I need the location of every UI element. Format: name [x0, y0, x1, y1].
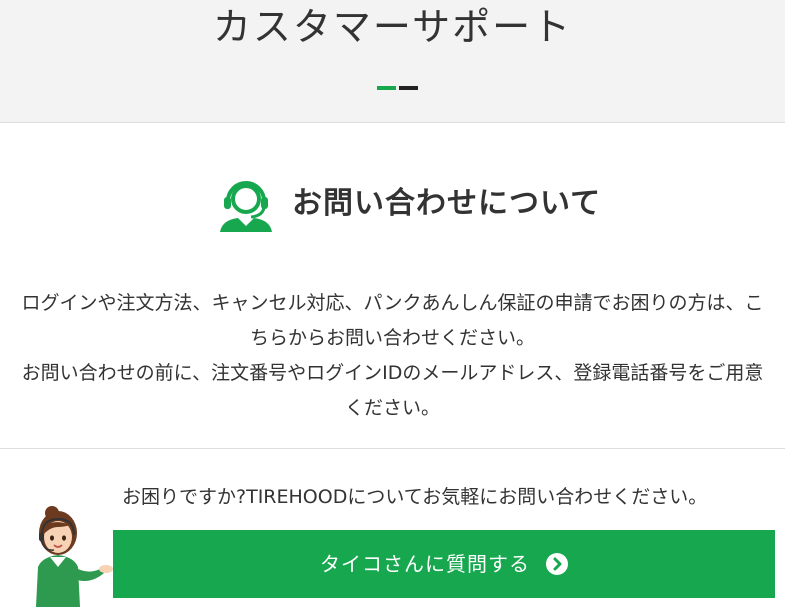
ask-taiko-button-label: タイコさんに質問する — [320, 552, 530, 576]
headset-support-icon — [218, 176, 274, 234]
section-divider — [0, 448, 785, 449]
ask-taiko-button[interactable]: タイコさんに質問する — [113, 530, 775, 598]
description-line: ログインや注文方法、キャンセル対応、パンクあんしん保証の申請でお困りの方は、こち… — [21, 292, 764, 349]
inquiry-heading-text: お問い合わせについて — [292, 186, 602, 221]
page-header: カスタマーサポート — [0, 0, 785, 123]
description-line: お問い合わせの前に、注文番号やログインIDのメールアドレス、登録電話番号をご用意… — [21, 362, 764, 419]
page-title: カスタマーサポート — [212, 5, 573, 49]
title-accent-black — [399, 86, 418, 90]
help-question-text: お困りですか?TIREHOODについてお気軽にお問い合わせください。 — [122, 486, 708, 508]
title-accent-green — [377, 86, 396, 90]
taiko-mascot-illustration — [30, 505, 114, 607]
chevron-right-circle-icon — [546, 553, 568, 575]
inquiry-heading: お問い合わせについて — [0, 176, 785, 236]
inquiry-description: ログインや注文方法、キャンセル対応、パンクあんしん保証の申請でお困りの方は、こち… — [20, 286, 765, 426]
